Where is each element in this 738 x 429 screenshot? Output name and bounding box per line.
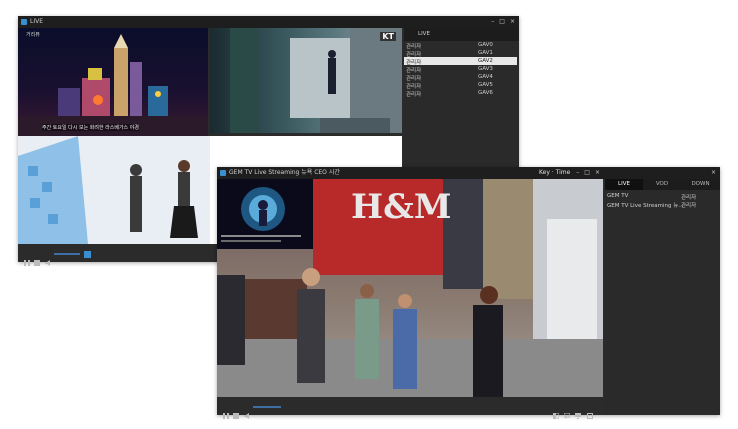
close-button[interactable]: ×: [595, 167, 600, 179]
window-title: LIVE: [30, 18, 44, 25]
list-item-name: GEM TV: [607, 193, 629, 199]
list-item-id: GAV3: [478, 66, 493, 72]
video-tile-1[interactable]: 거리뷰 주간 토요일 다시 보는 화려한 라스베가스 야경: [18, 28, 208, 136]
list-item-selected[interactable]: 관리자 GAV2: [404, 57, 517, 66]
panel-tabs: LIVE VOD DOWN: [605, 179, 720, 190]
list-item-name: 관리자: [406, 92, 422, 98]
maximize-button[interactable]: □: [499, 16, 505, 28]
vod-window: GEM TV Live Streaming 뉴욕 CEO 시간 Key · Ti…: [217, 167, 720, 420]
video-tile-3[interactable]: [18, 136, 210, 244]
list-item[interactable]: GEM TV 관리자: [605, 192, 720, 201]
panel-tab-live[interactable]: LIVE: [418, 31, 430, 37]
main-video[interactable]: H&M: [217, 179, 603, 397]
live-window-titlebar[interactable]: LIVE – □ ×: [18, 16, 519, 28]
channel-badge: KT: [380, 32, 396, 41]
store-sign: H&M: [351, 187, 452, 227]
chat-icon[interactable]: [563, 404, 571, 419]
volume-slider[interactable]: [54, 253, 80, 255]
vod-control-bar: [217, 399, 603, 420]
street-scene: [230, 28, 402, 133]
tile-1-label: 거리뷰: [26, 32, 40, 38]
app-icon: [220, 170, 226, 176]
window-title-right: Key · Time: [539, 169, 571, 176]
list-item[interactable]: 관리자 GAV3: [404, 65, 519, 74]
screen-icon[interactable]: [575, 404, 581, 419]
pause-icon[interactable]: [24, 251, 30, 266]
volume-icon[interactable]: [244, 404, 250, 419]
night-city-scene: [18, 34, 208, 136]
panel-header: LIVE: [404, 28, 519, 41]
tab-vod[interactable]: VOD: [643, 179, 681, 190]
pause-icon[interactable]: [223, 404, 229, 419]
minimize-button[interactable]: –: [576, 167, 579, 179]
volume-icon[interactable]: [45, 251, 51, 266]
stop-icon[interactable]: [233, 404, 239, 419]
split-view-icon[interactable]: [552, 404, 560, 420]
list-item[interactable]: 관리자 GAV5: [404, 81, 519, 90]
list-item-id: GAV4: [478, 74, 493, 80]
panel-close-button[interactable]: ×: [711, 167, 716, 179]
fullscreen-icon[interactable]: [587, 404, 593, 419]
stop-icon[interactable]: [34, 251, 40, 266]
vod-panel: LIVE VOD DOWN GEM TV 관리자 GEM TV Live Str…: [605, 179, 720, 415]
window-title: GEM TV Live Streaming 뉴욕 CEO 시간: [229, 169, 340, 176]
pip-scene: [221, 187, 301, 242]
volume-knob-icon[interactable]: [84, 251, 91, 258]
list-item[interactable]: GEM TV Live Streaming 뉴... 관리자: [605, 200, 720, 209]
list-item-name: GEM TV Live Streaming 뉴...: [607, 203, 684, 209]
pip-video[interactable]: [217, 179, 313, 249]
list-item-id: GAV1: [478, 50, 493, 56]
list-item-id: GAV0: [478, 42, 493, 48]
list-item-status: 관리자: [681, 203, 697, 209]
maximize-button[interactable]: □: [584, 167, 590, 179]
list-item[interactable]: 관리자 GAV6: [404, 89, 519, 98]
list-item-id: GAV5: [478, 82, 493, 88]
list-item[interactable]: 관리자 GAV0: [404, 41, 519, 50]
list-item[interactable]: 관리자 GAV4: [404, 73, 519, 82]
list-item[interactable]: 관리자 GAV1: [404, 49, 519, 58]
tab-down[interactable]: DOWN: [681, 179, 720, 190]
list-item-id: GAV6: [478, 90, 493, 96]
volume-slider[interactable]: [253, 406, 281, 408]
vod-window-titlebar[interactable]: GEM TV Live Streaming 뉴욕 CEO 시간 Key · Ti…: [217, 167, 720, 179]
video-tile-2[interactable]: KT: [210, 28, 402, 133]
list-item-id: GAV2: [478, 58, 493, 64]
tile-1-caption: 주간 토요일 다시 보는 화려한 라스베가스 야경: [42, 124, 139, 131]
app-icon: [21, 19, 27, 25]
illustration-scene: [18, 136, 198, 244]
tab-live[interactable]: LIVE: [605, 179, 643, 190]
minimize-button[interactable]: –: [491, 16, 494, 28]
close-button[interactable]: ×: [510, 16, 515, 28]
